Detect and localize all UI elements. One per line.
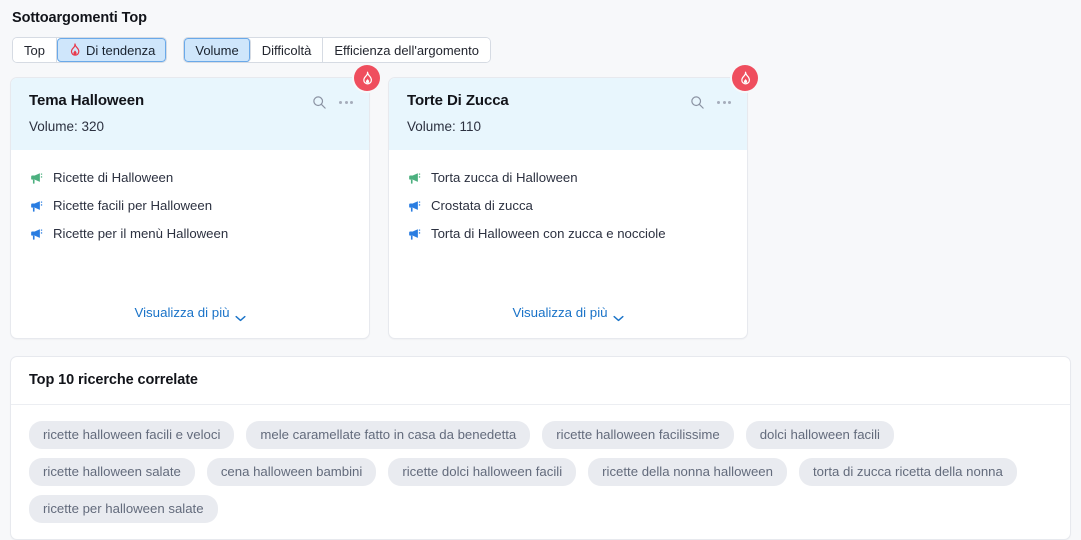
card-volume: Volume: 110 — [407, 119, 482, 134]
related-searches-panel: Top 10 ricerche correlate ricette hallow… — [10, 356, 1071, 540]
show-more-label: Visualizza di più — [134, 305, 230, 320]
card-header: Tema Halloween Volume: 320 — [11, 78, 369, 150]
sort-option-top-label: Top — [24, 42, 45, 58]
card-footer: Visualizza di più — [389, 304, 747, 338]
card-title: Tema Halloween — [29, 92, 145, 109]
toolbar: Top Di tendenza Volume Difficoltà Effici… — [10, 37, 1071, 63]
card-keyword-list: Torta zucca di Halloween Crostata di zuc… — [389, 150, 747, 304]
list-item[interactable]: Ricette per il menù Halloween — [29, 226, 353, 242]
chevron-down-icon — [612, 310, 624, 321]
topic-card[interactable]: Tema Halloween Volume: 320 Ricette di Ha… — [10, 65, 380, 339]
card-header: Torte Di Zucca Volume: 110 — [389, 78, 747, 150]
ellipsis-icon[interactable] — [717, 100, 731, 104]
related-search-chip[interactable]: dolci halloween facili — [745, 421, 894, 449]
related-search-chip[interactable]: ricette della nonna halloween — [588, 458, 787, 486]
card-title: Torte Di Zucca — [407, 92, 509, 109]
page-title: Sottoargomenti Top — [12, 10, 147, 26]
metric-option-efficiency-label: Efficienza dell'argomento — [334, 42, 479, 58]
metric-toggle-group: Volume Difficoltà Efficienza dell'argome… — [183, 37, 491, 63]
ellipsis-icon[interactable] — [339, 100, 353, 104]
list-item-label: Torta di Halloween con zucca e nocciole — [431, 226, 666, 241]
search-icon[interactable] — [311, 94, 327, 110]
megaphone-icon — [407, 227, 422, 242]
show-more-label: Visualizza di più — [512, 305, 608, 320]
trending-flame-badge — [732, 65, 758, 91]
card-keyword-list: Ricette di Halloween Ricette facili per … — [11, 150, 369, 304]
related-search-chip[interactable]: ricette halloween facili e veloci — [29, 421, 235, 449]
subtopics-panel: Sottoargomenti Top Top Di tendenza Volum… — [0, 0, 1081, 540]
list-item[interactable]: Ricette facili per Halloween — [29, 198, 353, 214]
metric-option-efficiency[interactable]: Efficienza dell'argomento — [323, 38, 490, 62]
list-item-label: Crostata di zucca — [431, 198, 533, 213]
related-search-chip[interactable]: ricette per halloween salate — [29, 495, 218, 523]
related-search-chip[interactable]: ricette dolci halloween facili — [388, 458, 577, 486]
related-search-chip[interactable]: torta di zucca ricetta della nonna — [798, 458, 1017, 486]
list-item-label: Ricette di Halloween — [53, 170, 174, 185]
list-item-label: Ricette facili per Halloween — [53, 198, 213, 213]
search-icon[interactable] — [689, 94, 705, 110]
list-item[interactable]: Ricette di Halloween — [29, 170, 353, 186]
megaphone-icon — [29, 171, 44, 186]
related-searches-title: Top 10 ricerche correlate — [11, 357, 1070, 405]
topic-card[interactable]: Torte Di Zucca Volume: 110 Torta zucca d… — [388, 65, 758, 339]
chevron-down-icon — [234, 310, 246, 321]
metric-option-difficulty-label: Difficoltà — [261, 42, 312, 58]
metric-option-volume[interactable]: Volume — [184, 38, 251, 62]
card-header-actions — [311, 92, 353, 110]
megaphone-icon — [407, 171, 422, 186]
megaphone-icon — [407, 199, 422, 214]
related-searches-chip-list: ricette halloween facili e veloci mele c… — [11, 405, 1070, 539]
list-item-label: Torta zucca di Halloween — [431, 170, 578, 185]
sort-toggle-group: Top Di tendenza — [12, 37, 168, 63]
list-item-label: Ricette per il menù Halloween — [53, 226, 229, 241]
related-search-chip[interactable]: mele caramellate fatto in casa da benede… — [246, 421, 531, 449]
trending-flame-badge — [354, 65, 380, 91]
related-search-chip[interactable]: ricette halloween facilissime — [542, 421, 734, 449]
flame-icon — [68, 43, 81, 57]
card-volume: Volume: 320 — [29, 119, 105, 134]
related-search-chip[interactable]: cena halloween bambini — [206, 458, 377, 486]
topic-cards-row: Tema Halloween Volume: 320 Ricette di Ha… — [10, 65, 1071, 339]
list-item[interactable]: Torta di Halloween con zucca e nocciole — [407, 226, 731, 242]
show-more-button[interactable]: Visualizza di più — [134, 305, 246, 321]
metric-option-difficulty[interactable]: Difficoltà — [250, 38, 324, 62]
list-item[interactable]: Torta zucca di Halloween — [407, 170, 731, 186]
card-footer: Visualizza di più — [11, 304, 369, 338]
megaphone-icon — [29, 227, 44, 242]
sort-option-top[interactable]: Top — [13, 38, 57, 62]
megaphone-icon — [29, 199, 44, 214]
show-more-button[interactable]: Visualizza di più — [512, 305, 624, 321]
metric-option-volume-label: Volume — [195, 42, 239, 58]
card-header-actions — [689, 92, 731, 110]
sort-option-trending[interactable]: Di tendenza — [56, 38, 167, 62]
sort-option-trending-label: Di tendenza — [85, 42, 156, 58]
related-search-chip[interactable]: ricette halloween salate — [29, 458, 195, 486]
list-item[interactable]: Crostata di zucca — [407, 198, 731, 214]
